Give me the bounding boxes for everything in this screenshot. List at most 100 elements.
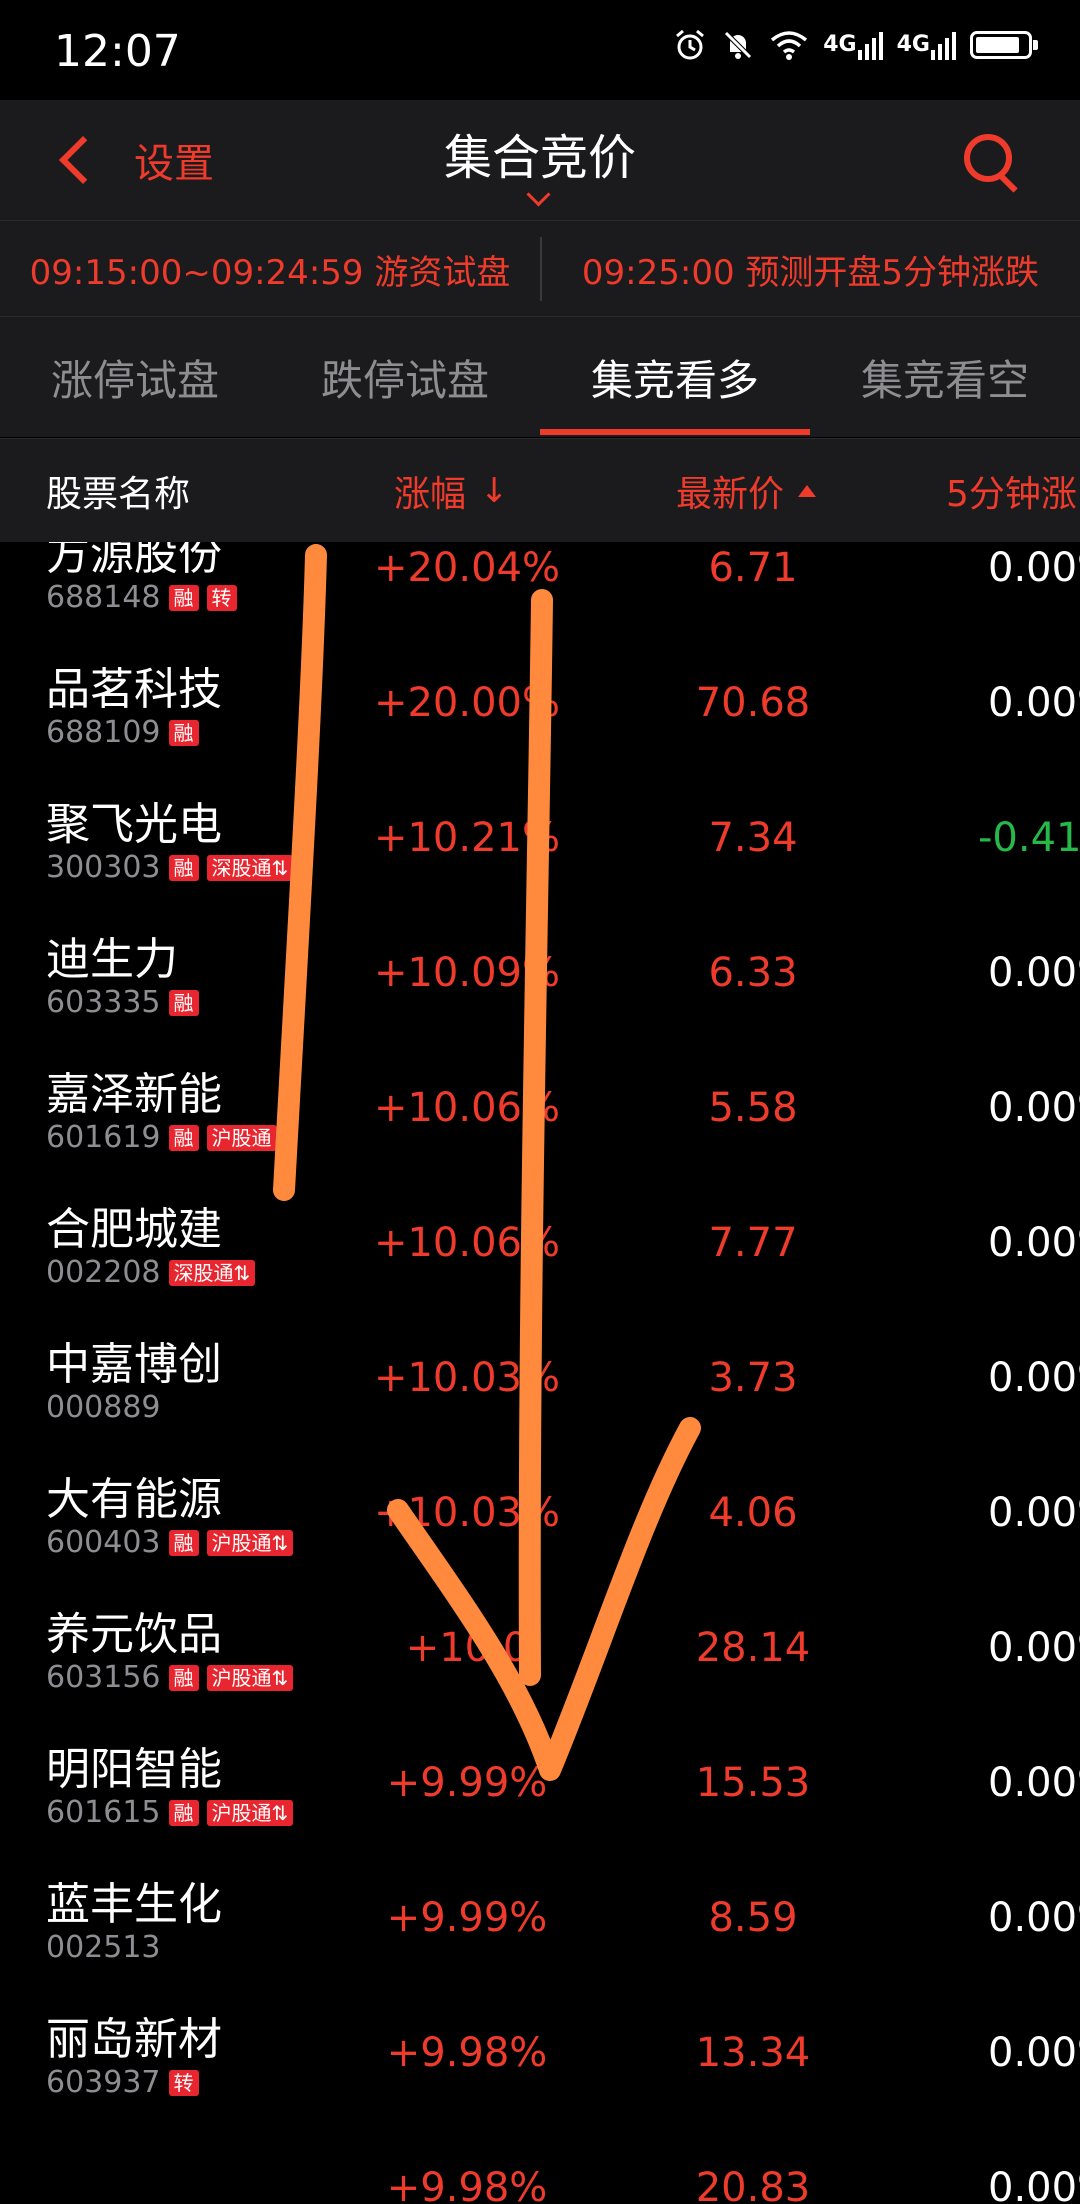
stock-code-line: 688148 融转 (46, 580, 237, 615)
five-min-change: 0.00% (988, 1354, 1080, 1401)
stock-code: 002513 (46, 1930, 161, 1965)
table-row[interactable]: 合肥城建002208 深股通⇅ +10.06% 7.77 0.00% (0, 1175, 1080, 1310)
status-icons: 4G 4G (673, 28, 1038, 62)
latest-price: 5.58 (708, 1084, 798, 1131)
stock-code-line: 002513 (46, 1930, 161, 1965)
table-row[interactable]: 蓝丰生化002513 +9.99% 8.59 0.00% (0, 1850, 1080, 1985)
alarm-icon (673, 28, 707, 62)
table-row[interactable]: 丽岛新材603937 转 +9.98% 13.34 0.00% (0, 1985, 1080, 2120)
stock-badge: 深股通⇅ (168, 1259, 256, 1286)
stock-name: 中嘉博创 (46, 1339, 222, 1390)
latest-price: 3.73 (708, 1354, 798, 1401)
stock-name: 丽岛新材 (46, 2014, 222, 2065)
sort-toggle-icon (798, 485, 817, 497)
change-percent: +9.98% (386, 2029, 548, 2076)
latest-price: 6.71 (708, 544, 798, 591)
five-min-change: 0.00% (988, 1219, 1080, 1266)
five-min-change: 0.00% (988, 1759, 1080, 1806)
sort-desc-icon: ↓ (480, 471, 509, 511)
change-percent: +9.98% (386, 2164, 548, 2204)
stock-code-line: 300303 融深股通⇅ (46, 850, 294, 885)
stock-badge: 融 (168, 1664, 199, 1691)
search-button[interactable] (960, 130, 1024, 194)
table-row[interactable]: 方源股份688148 融转 +20.04% 6.71 0.00% (0, 542, 1080, 635)
change-percent: +10.21% (373, 814, 561, 861)
stock-badge: 沪股通 (206, 1124, 277, 1151)
latest-price: 7.77 (708, 1219, 798, 1266)
stock-code: 688109 (46, 715, 161, 750)
tab-limit-down-trial[interactable]: 跌停试盘 (270, 317, 540, 437)
network-type-label: 4G (896, 32, 930, 57)
stock-code-line: 601619 融沪股通 (46, 1120, 277, 1155)
latest-price: 15.53 (695, 1759, 811, 1806)
stock-name: 合肥城建 (46, 1204, 222, 1255)
column-header-price[interactable]: 最新价 (676, 439, 817, 543)
stock-badge: 融 (168, 1529, 199, 1556)
table-row[interactable]: 大有能源600403 融沪股通⇅ +10.03% 4.06 0.00% (0, 1445, 1080, 1580)
table-row[interactable]: 养元饮品603156 融沪股通⇅ +10.0 28.14 0.00% (0, 1580, 1080, 1715)
column-header-five-min[interactable]: 5分钟涨 (946, 439, 1077, 543)
change-percent: +10.06% (373, 1084, 561, 1131)
stock-code: 603335 (46, 985, 161, 1020)
stock-badge: 深股通⇅ (206, 854, 294, 881)
latest-price: 70.68 (695, 679, 811, 726)
change-percent: +10.03% (373, 1489, 561, 1536)
table-row[interactable]: +9.98% 20.83 0.00% (0, 2120, 1080, 2204)
page-title[interactable]: 集合竞价 (0, 118, 1080, 188)
stock-badge: 融 (168, 989, 199, 1016)
stock-code: 603937 (46, 2065, 161, 2100)
stock-rows: 方源股份688148融转+20.04%6.710.00%品茗科技688109融+… (0, 542, 1080, 2204)
column-header-name: 股票名称 (46, 474, 191, 515)
tab-auction-bearish[interactable]: 集竞看空 (810, 317, 1080, 437)
change-percent: +10.09% (373, 949, 561, 996)
stock-badge: 融 (168, 1799, 199, 1826)
stock-code-line: 000889 (46, 1390, 161, 1425)
table-row[interactable]: 迪生力603335 融 +10.09% 6.33 0.00% (0, 905, 1080, 1040)
stock-name: 养元饮品 (46, 1609, 222, 1660)
stock-name: 明阳智能 (46, 1744, 222, 1795)
latest-price: 6.33 (708, 949, 798, 996)
stock-code: 601615 (46, 1795, 161, 1830)
table-row[interactable]: 嘉泽新能601619 融沪股通 +10.06% 5.58 0.00% (0, 1040, 1080, 1175)
tab-limit-up-trial[interactable]: 涨停试盘 (0, 317, 270, 437)
stock-name: 迪生力 (46, 934, 178, 985)
stock-code: 300303 (46, 850, 161, 885)
five-min-change: 0.00% (988, 1084, 1080, 1131)
change-percent: +9.99% (386, 1759, 548, 1806)
table-header: 股票名称 涨幅 ↓ 最新价 5分钟涨 (0, 438, 1080, 543)
active-tab-indicator (540, 429, 810, 435)
stock-code-line: 002208 深股通⇅ (46, 1255, 256, 1290)
change-percent: +20.00% (373, 679, 561, 726)
tab-auction-bullish[interactable]: 集竞看多 (540, 317, 810, 437)
table-row[interactable]: 聚飞光电 300303 融深股通⇅ +10.21% 7.34 -0.41 (0, 770, 1080, 905)
column-header-change[interactable]: 涨幅 ↓ (394, 439, 509, 543)
change-percent: +9.99% (386, 1894, 548, 1941)
signal-icon: 4G (823, 30, 883, 60)
tab-bar: 涨停试盘 跌停试盘 集竞看多 集竞看空 (0, 316, 1080, 437)
table-row[interactable]: 明阳智能601615 融沪股通⇅ +9.99% 15.53 0.00% (0, 1715, 1080, 1850)
network-type-label: 4G (823, 32, 857, 57)
table-row[interactable]: 品茗科技688109 融 +20.00% 70.68 0.00% (0, 635, 1080, 770)
phase-forecast-tab[interactable]: 09:25:00 预测开盘5分钟涨跌 (541, 221, 1080, 317)
stock-badge: 沪股通⇅ (206, 1664, 294, 1691)
latest-price: 13.34 (695, 2029, 811, 2076)
mute-icon (721, 28, 755, 62)
status-bar: 12:07 4G 4G (0, 0, 1080, 100)
stock-list[interactable]: 方源股份688148融转+20.04%6.710.00%品茗科技688109融+… (0, 542, 1080, 2204)
change-percent: +10.06% (373, 1219, 561, 1266)
battery-level (976, 37, 1019, 53)
stock-code: 688148 (46, 580, 161, 615)
stock-code: 603156 (46, 1660, 161, 1695)
stock-badge: 融 (168, 719, 199, 746)
wifi-icon (769, 29, 809, 61)
stock-badge: 融 (168, 1124, 199, 1151)
phase-trial-tab[interactable]: 09:15:00~09:24:59 游资试盘 (0, 221, 540, 317)
stock-badge: 沪股通⇅ (206, 1799, 294, 1826)
five-min-change: 0.00% (988, 544, 1080, 591)
five-min-change: 0.00% (988, 1624, 1080, 1671)
table-row[interactable]: 中嘉博创000889 +10.03% 3.73 0.00% (0, 1310, 1080, 1445)
stock-name: 大有能源 (46, 1474, 222, 1525)
five-min-change: 0.00% (988, 949, 1080, 996)
stock-code: 601619 (46, 1120, 161, 1155)
stock-code: 000889 (46, 1390, 161, 1425)
